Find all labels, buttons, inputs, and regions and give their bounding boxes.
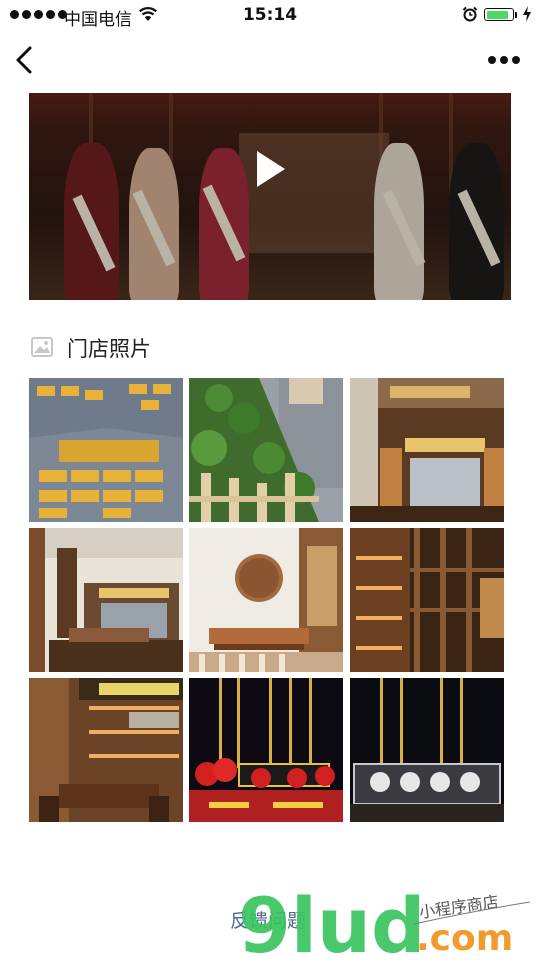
watermark-suffix: .com xyxy=(416,918,513,959)
play-icon[interactable] xyxy=(253,149,287,189)
store-photo[interactable] xyxy=(350,678,504,822)
battery-tip xyxy=(515,12,517,18)
status-bar: 中国电信 15:14 xyxy=(0,0,540,32)
battery-icon xyxy=(484,8,514,21)
battery-level xyxy=(486,10,508,19)
image-icon xyxy=(31,337,53,357)
store-photo[interactable] xyxy=(29,528,183,672)
watermark-logo-text: 9lud xyxy=(238,881,425,960)
back-button[interactable] xyxy=(10,44,42,76)
store-photo[interactable] xyxy=(29,378,183,522)
store-photo[interactable] xyxy=(189,678,343,822)
store-video[interactable] xyxy=(29,93,511,300)
watermark-logo: 9lud .com 小程序商店 xyxy=(238,881,531,960)
store-photo[interactable] xyxy=(189,378,343,522)
store-photo[interactable] xyxy=(189,528,343,672)
status-time: 15:14 xyxy=(242,5,298,25)
more-horizontal-icon xyxy=(488,56,520,64)
store-photo[interactable] xyxy=(350,528,504,672)
chevron-left-icon xyxy=(16,46,32,74)
store-photo[interactable] xyxy=(29,678,183,822)
more-button[interactable] xyxy=(484,50,524,70)
charging-bolt-icon xyxy=(523,6,531,22)
store-photo[interactable] xyxy=(350,378,504,522)
alarm-clock-icon xyxy=(462,6,478,22)
section-title-store-photos: 门店照片 xyxy=(67,337,151,361)
